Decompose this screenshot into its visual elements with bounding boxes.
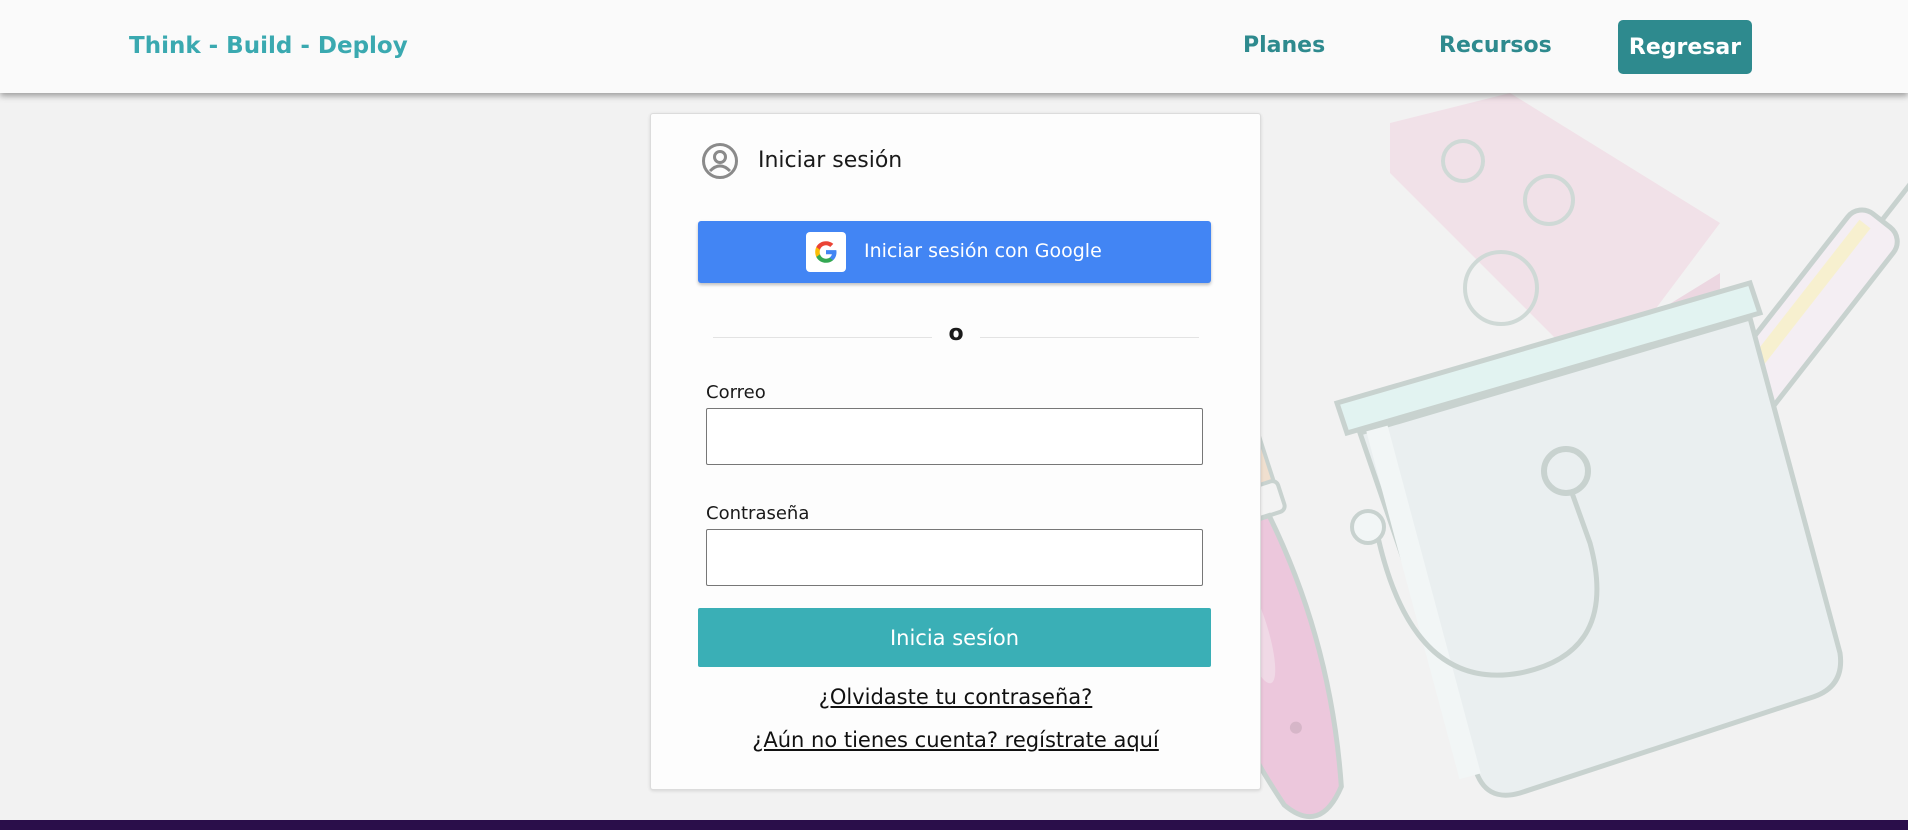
email-field[interactable] [706, 408, 1203, 465]
register-link[interactable]: ¿Aún no tienes cuenta? regístrate aquí [651, 728, 1260, 752]
login-card: Iniciar sesión Iniciar sesión con Google… [650, 113, 1261, 790]
nav-link-recursos[interactable]: Recursos [1439, 33, 1552, 58]
top-navbar: Think - Build - Deploy Planes Recursos R… [0, 0, 1908, 93]
paint-bucket-illustration [1200, 93, 1908, 820]
login-submit-button[interactable]: Inicia sesíon [698, 608, 1211, 667]
user-circle-icon [702, 143, 738, 179]
password-label: Contraseña [706, 503, 810, 524]
google-signin-button[interactable]: Iniciar sesión con Google [698, 221, 1211, 283]
google-signin-label: Iniciar sesión con Google [864, 240, 1102, 262]
divider-line-right [980, 337, 1199, 338]
nav-link-planes[interactable]: Planes [1243, 33, 1325, 58]
divider-or: o [948, 321, 964, 346]
google-logo-icon [806, 232, 846, 272]
brand-logo-text[interactable]: Think - Build - Deploy [129, 33, 408, 59]
password-field[interactable] [706, 529, 1203, 586]
footer-bar [0, 820, 1908, 830]
forgot-password-link[interactable]: ¿Olvidaste tu contraseña? [651, 685, 1260, 709]
email-label: Correo [706, 382, 766, 403]
divider-line-left [713, 337, 932, 338]
login-title: Iniciar sesión [758, 148, 903, 173]
back-button[interactable]: Regresar [1618, 20, 1752, 74]
